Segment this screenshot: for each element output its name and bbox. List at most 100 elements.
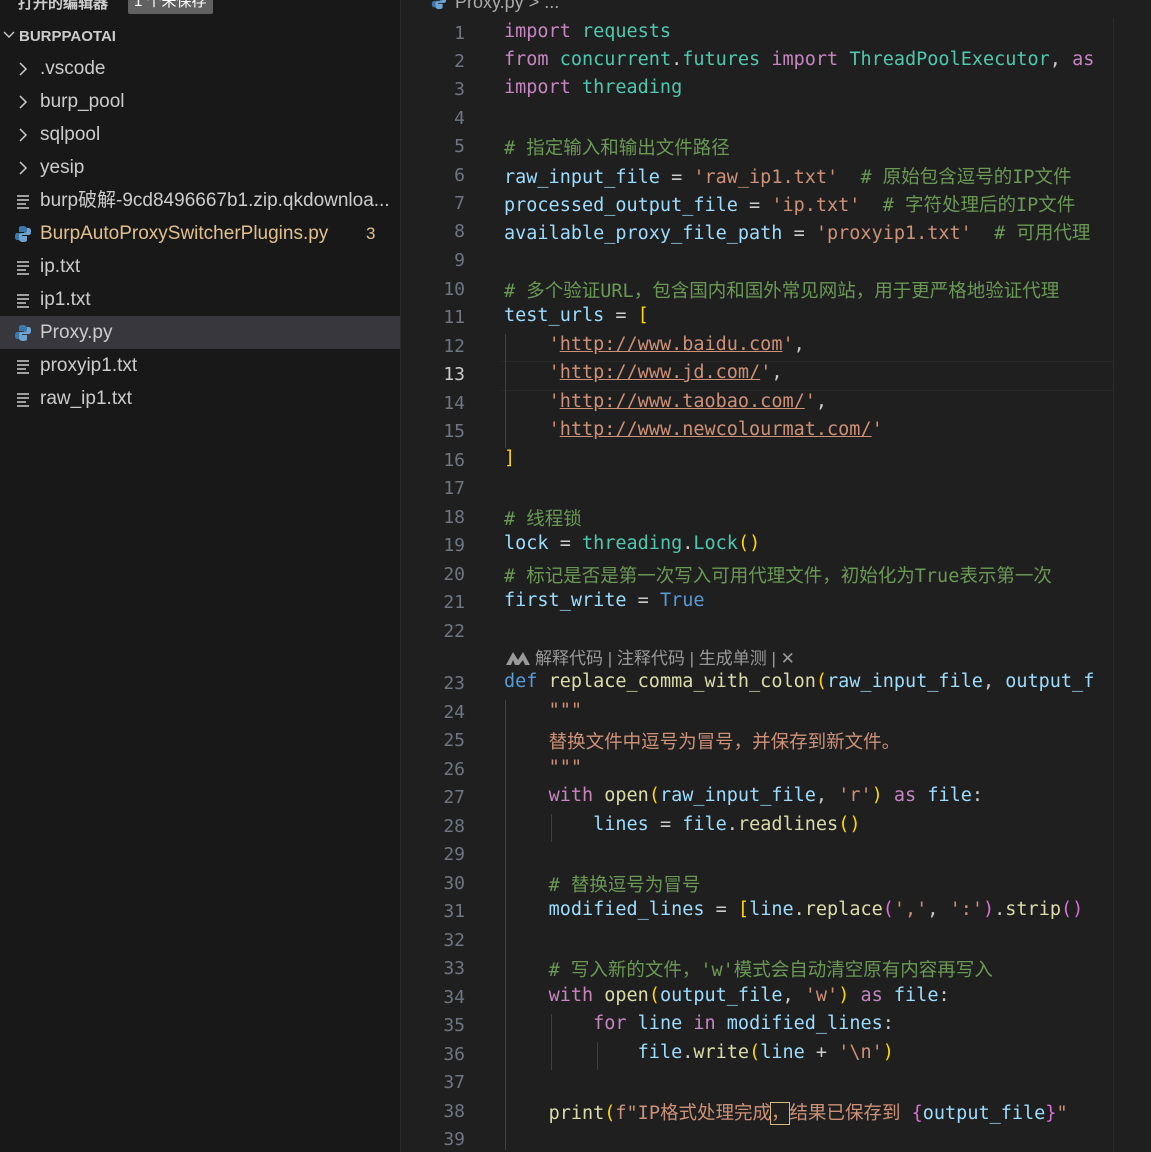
ai-codelens[interactable]: 解释代码 | 注释代码 | 生成单测 | ✕	[505, 644, 795, 669]
code-line[interactable]: available_proxy_file_path = 'proxyip1.tx…	[504, 219, 1090, 245]
python-file-icon	[431, 0, 447, 10]
text-file-icon	[17, 195, 29, 209]
open-editors-label: 打开的编辑器	[18, 0, 109, 12]
code-line[interactable]: 'http://www.jd.com/',	[504, 362, 783, 383]
line-number: 25	[443, 730, 465, 751]
highlighted-char: ，	[769, 1102, 791, 1125]
line-number: 2	[454, 51, 465, 72]
problems-count-badge: 3	[366, 224, 376, 243]
line-number: 37	[443, 1072, 465, 1093]
line-number: 34	[443, 987, 465, 1008]
text-file-icon	[17, 294, 29, 308]
tree-folder-sqlpool[interactable]: sqlpool	[0, 118, 400, 151]
code-line[interactable]: # 指定输入和输出文件路径	[504, 134, 730, 160]
code-line[interactable]: processed_output_file = 'ip.txt' # 字符处理后…	[504, 191, 1075, 217]
line-number: 20	[443, 564, 465, 585]
explorer-sidebar: 打开的编辑器 1 个未保存 BURPPAOTAI .vscode burp_po…	[0, 0, 401, 1152]
line-number: 39	[443, 1129, 465, 1150]
tree-item-label: proxyip1.txt	[40, 355, 138, 376]
tree-file-raw-ip1-txt[interactable]: raw_ip1.txt	[0, 382, 400, 415]
code-line[interactable]: # 线程锁	[504, 505, 582, 531]
tree-item-label: burp_pool	[40, 91, 125, 112]
line-number: 31	[443, 901, 465, 922]
code-line[interactable]: modified_lines = [line.replace(',', ':')…	[504, 899, 1084, 920]
code-line[interactable]: file.write(line + '\n')	[504, 1042, 894, 1063]
line-number: 33	[443, 958, 465, 979]
code-line[interactable]: test_urls = [	[504, 305, 649, 326]
unsaved-badge: 1 个未保存	[128, 0, 213, 14]
code-line[interactable]: 'http://www.taobao.com/',	[504, 391, 827, 412]
tree-item-label: sqlpool	[40, 124, 101, 145]
breadcrumb[interactable]: Proxy.py > ...	[431, 0, 559, 14]
line-number: 13	[443, 364, 465, 385]
code-line[interactable]: import threading	[504, 77, 682, 98]
text-file-icon	[17, 261, 29, 275]
line-number: 28	[443, 816, 465, 837]
code-line[interactable]: with open(raw_input_file, 'r') as file:	[504, 785, 983, 806]
tree-folder-vscode[interactable]: .vscode	[0, 52, 400, 85]
line-number: 3	[454, 79, 465, 100]
code-line[interactable]: # 替换逗号为冒号	[504, 871, 701, 897]
text-file-icon	[17, 360, 29, 374]
ai-assistant-logo-icon	[506, 652, 530, 665]
code-line[interactable]: """	[504, 700, 582, 721]
code-line[interactable]: lines = file.readlines()	[504, 814, 860, 835]
line-number: 14	[443, 393, 465, 414]
line-number: 18	[443, 507, 465, 528]
code-line[interactable]: print(f"IP格式处理完成，结果已保存到 {output_file}"	[504, 1099, 1068, 1125]
code-line[interactable]: with open(output_file, 'w') as file:	[504, 985, 950, 1006]
chevron-right-icon	[19, 62, 28, 76]
tree-file-burp-zip[interactable]: burp破解-9cd8496667b1.zip.qkdownloa...	[0, 184, 400, 217]
link: http://www.newcolourmat.com/	[559, 419, 872, 440]
tree-file-ip1-txt[interactable]: ip1.txt	[0, 283, 400, 316]
tree-item-label: ip1.txt	[40, 289, 91, 310]
line-number: 23	[443, 673, 465, 694]
code-line[interactable]: # 写入新的文件，'w'模式会自动清空原有内容再写入	[504, 956, 993, 982]
code-line[interactable]: first_write = True	[504, 590, 705, 611]
minimap[interactable]	[1113, 18, 1151, 1152]
tree-item-label: .vscode	[40, 58, 106, 79]
link: http://www.taobao.com/	[559, 391, 805, 412]
code-line[interactable]: for line in modified_lines:	[504, 1013, 894, 1034]
line-number: 35	[443, 1015, 465, 1036]
python-file-icon	[15, 226, 31, 242]
code-line[interactable]: 替换文件中逗号为冒号，并保存到新文件。	[504, 728, 901, 754]
chevron-right-icon	[19, 95, 28, 109]
code-line[interactable]: # 标记是否是第一次写入可用代理文件，初始化为True表示第一次	[504, 562, 1052, 588]
tree-file-ip-txt[interactable]: ip.txt	[0, 250, 400, 283]
line-number: 24	[443, 702, 465, 723]
tree-item-label: Proxy.py	[40, 322, 113, 343]
line-number: 32	[443, 930, 465, 951]
code-line[interactable]: # 多个验证URL，包含国内和国外常见网站，用于更严格地验证代理	[504, 277, 1059, 303]
chevron-right-icon	[19, 161, 28, 175]
open-editors-header[interactable]: 打开的编辑器 1 个未保存	[0, 0, 400, 14]
code-line[interactable]: """	[504, 757, 582, 778]
breadcrumb-text: Proxy.py > ...	[455, 0, 560, 12]
tree-item-label: raw_ip1.txt	[40, 388, 132, 409]
line-number: 8	[454, 221, 465, 242]
code-line[interactable]: from concurrent.futures import ThreadPoo…	[504, 49, 1094, 70]
line-number: 9	[454, 250, 465, 271]
tree-file-burpautoproxy[interactable]: BurpAutoProxySwitcherPlugins.py 3	[0, 217, 400, 250]
link: http://www.jd.com/	[559, 362, 761, 383]
line-number: 21	[443, 592, 465, 613]
line-number: 27	[443, 787, 465, 808]
code-line[interactable]: raw_input_file = 'raw_ip1.txt' # 原始包含逗号的…	[504, 163, 1072, 189]
explorer-root-header[interactable]: BURPPAOTAI	[0, 25, 400, 49]
code-line[interactable]: 'http://www.baidu.com',	[504, 334, 805, 355]
line-number: 10	[443, 279, 465, 300]
code-line[interactable]: 'http://www.newcolourmat.com/'	[504, 419, 883, 440]
line-number: 38	[443, 1101, 465, 1122]
code-editor[interactable]: Proxy.py > ... 1 2 3 4 5 6 7 8 9 10 11 12 13 14 15 16 17…	[401, 0, 1151, 1152]
line-number: 29	[443, 844, 465, 865]
code-line[interactable]: import requests	[504, 21, 671, 42]
tree-file-proxy-py[interactable]: Proxy.py	[0, 316, 400, 349]
code-line[interactable]: ]	[504, 448, 515, 469]
code-line[interactable]: lock = threading.Lock()	[504, 533, 760, 554]
tree-folder-burp-pool[interactable]: burp_pool	[0, 85, 400, 118]
line-number: 7	[454, 193, 465, 214]
code-line[interactable]: def replace_comma_with_colon(raw_input_f…	[504, 671, 1094, 692]
tree-file-proxyip1-txt[interactable]: proxyip1.txt	[0, 349, 400, 382]
line-number: 12	[443, 336, 465, 357]
tree-folder-yesip[interactable]: yesip	[0, 151, 400, 184]
